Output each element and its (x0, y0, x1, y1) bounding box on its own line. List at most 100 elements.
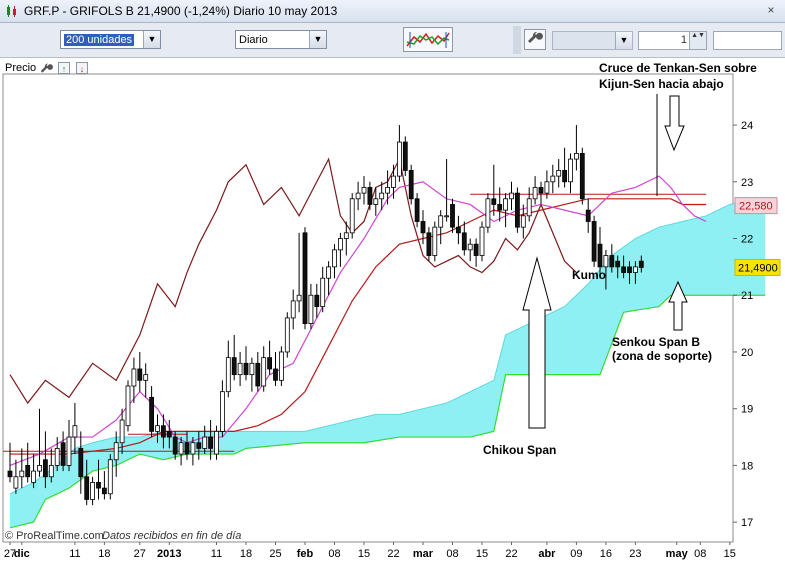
x-tick-label: 16 (600, 548, 612, 560)
period-select[interactable]: Diario ▼ (235, 30, 327, 49)
candle-body-up (202, 436, 208, 449)
candle (579, 147, 585, 205)
x-tick-label: 2013 (157, 548, 181, 560)
window-title: GRF.P - GRIFOLS B 21,4900 (-1,24%) Diari… (24, 4, 338, 18)
candle-body-up (155, 425, 160, 432)
candle-body-down (408, 170, 414, 200)
candle-body-down (426, 232, 432, 256)
candle-body-down (243, 362, 249, 376)
annotation-tenkan-cross: Cruce de Tenkan-Sen sobre (599, 61, 757, 75)
annotation-kumo: Kumo (572, 268, 606, 282)
x-tick-label: 11 (69, 548, 80, 560)
candle-body-down (208, 436, 214, 449)
candle-body-up (432, 226, 438, 256)
candle-body-up (391, 175, 396, 188)
candle-body-up (379, 192, 385, 200)
window-title-bar: GRF.P - GRIFOLS B 21,4900 (-1,24%) Diari… (0, 0, 785, 23)
x-tick-label: 25 (269, 548, 281, 560)
candle (278, 346, 284, 386)
chevron-down-icon[interactable]: ▼ (615, 32, 632, 49)
candle-body-down (420, 221, 426, 234)
candle (302, 227, 308, 330)
candle-body-up (444, 215, 450, 218)
candle (408, 164, 414, 205)
candle-body-down (273, 368, 278, 381)
stepper-arrows-icon[interactable]: ▲▼ (689, 32, 706, 49)
y-tick-label: 20 (741, 347, 753, 359)
candle-body-up (90, 482, 95, 500)
candle-body-up (568, 158, 573, 183)
candle-body-down (184, 442, 190, 455)
candle-body-up (438, 215, 444, 228)
kijun-price-tag: 22,580 (734, 197, 778, 215)
candle-body-up (550, 175, 556, 183)
candle-body-up (143, 374, 149, 381)
candle (284, 312, 290, 358)
candle-body-up (526, 198, 532, 217)
chevron-down-icon[interactable]: ▼ (143, 31, 160, 48)
toolbar-separator (513, 26, 521, 54)
wrench-icon[interactable] (524, 29, 546, 50)
blank-input[interactable] (713, 31, 782, 50)
candle-body-up (532, 187, 538, 200)
candle-body-down (255, 362, 261, 387)
x-tick-label: 15 (358, 548, 370, 560)
candle-body-up (361, 187, 367, 194)
candle-body-down (515, 192, 520, 228)
candle-body-up (396, 141, 402, 177)
candle-body-down (314, 294, 320, 307)
candle-body-up (214, 430, 219, 455)
candle-body-down (196, 442, 202, 449)
x-tick-label: 08 (446, 548, 458, 560)
candle-body-down (609, 255, 615, 268)
candle-body-down (638, 260, 644, 268)
candle-body-down (597, 243, 603, 268)
chart-indicator-button[interactable] (403, 27, 453, 52)
candle-body-up (125, 385, 131, 427)
x-tick-label: dic (14, 548, 30, 560)
candle-body-up (308, 294, 314, 324)
x-tick-label: 18 (98, 548, 110, 560)
quantity-stepper[interactable]: 1 ▲▼ (638, 31, 707, 50)
candle-body-up (296, 294, 302, 302)
candle-body-down (414, 198, 420, 222)
ichimoku-candlestick-chart: 171819202122232422,58021,490027dic 11 18 27… (2, 61, 781, 560)
candle-body-up (633, 266, 638, 273)
candle-body-down (7, 470, 13, 478)
candle-body-down (627, 266, 632, 273)
candle-body-up (503, 198, 509, 211)
candle-body-down (166, 430, 172, 438)
candle (402, 136, 408, 177)
candle-body-up (574, 153, 579, 160)
x-tick-label: 22 (505, 548, 517, 560)
footer-copyright: © ProRealTime.com (5, 530, 104, 542)
candle-body-up (131, 368, 137, 387)
candle-body-up (219, 391, 225, 432)
candle-body-down (160, 425, 166, 438)
candle-body-up (290, 300, 296, 319)
units-select[interactable]: 200 unidades ▼ (60, 30, 161, 49)
candle-body-down (367, 187, 373, 205)
disabled-select[interactable]: ▼ (552, 31, 633, 50)
x-tick-label: feb (297, 548, 314, 560)
candle-body-up (225, 357, 231, 393)
candle-body-up (37, 465, 42, 472)
close-icon[interactable]: × (763, 3, 779, 18)
x-tick-label: mar (413, 548, 434, 560)
candle-body-up (249, 362, 255, 376)
candle (432, 221, 438, 262)
candle-body-up (509, 192, 514, 200)
x-tick-label: 23 (629, 548, 641, 560)
x-tick-label: 09 (570, 548, 582, 560)
stepper-value: 1 (680, 34, 687, 46)
chevron-down-icon[interactable]: ▼ (309, 31, 326, 48)
y-tick-label: 19 (741, 404, 753, 416)
x-tick-label: 22 (387, 548, 399, 560)
x-tick-label: 27 (134, 548, 146, 560)
candle-body-up (320, 277, 326, 307)
y-tick-label: 21 (741, 290, 753, 302)
candle-body-up (19, 470, 25, 478)
annotation-senkou-b: Senkou Span B (612, 335, 700, 349)
candle-body-up (520, 215, 526, 228)
x-tick-label: 18 (240, 548, 252, 560)
